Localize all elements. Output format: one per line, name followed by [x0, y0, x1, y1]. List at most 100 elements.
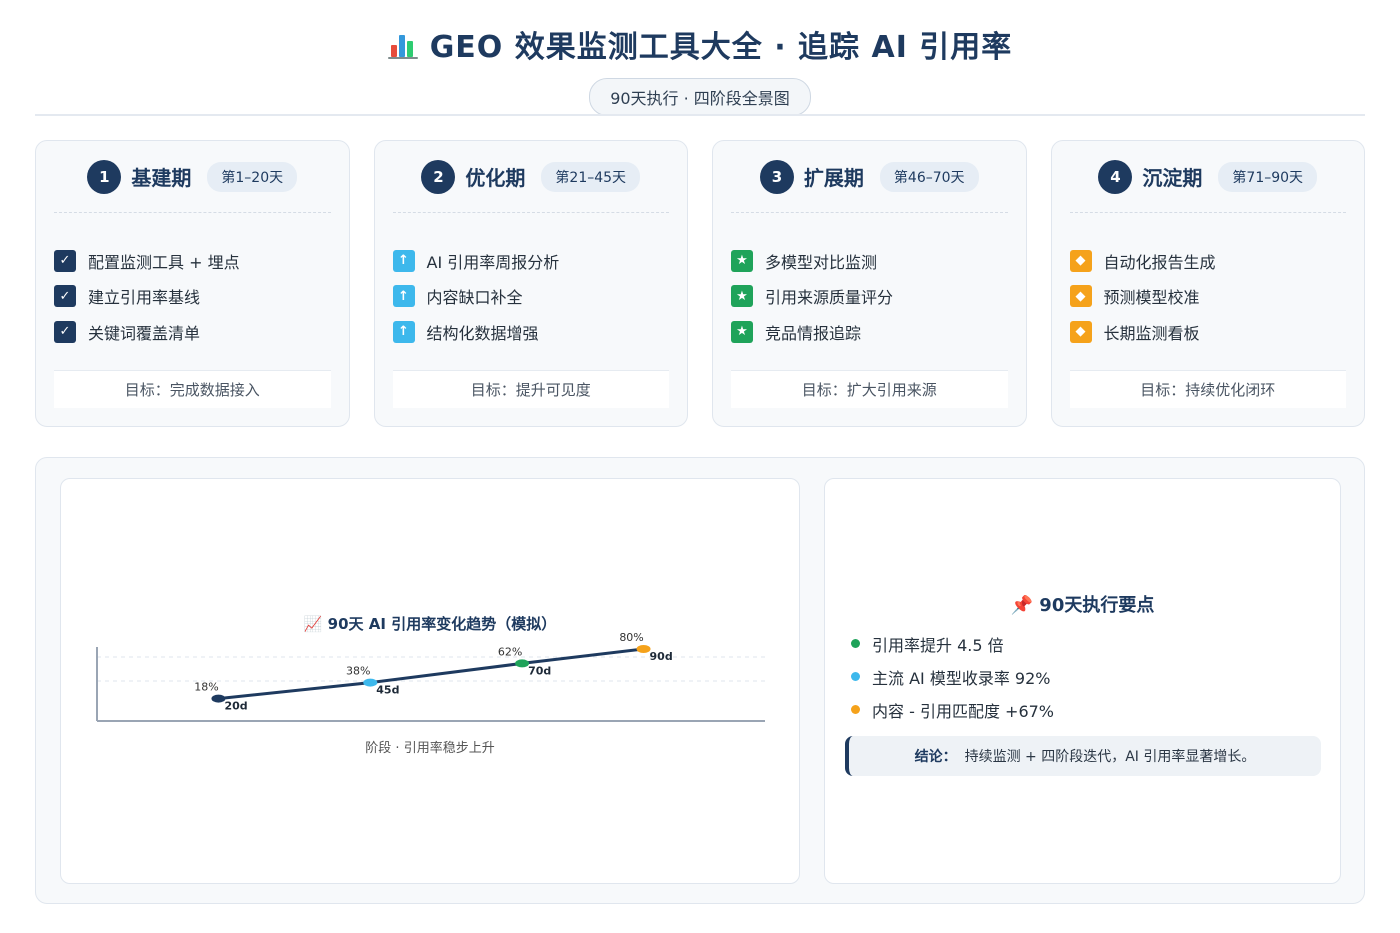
star-icon: ★ [731, 249, 753, 272]
phase-days-badge: 第71–90天 [1218, 161, 1318, 192]
task-label: 预测模型校准 [1103, 288, 1200, 308]
key-point-text: 主流 AI 模型收录率 92% [872, 668, 1051, 688]
diamond-icon: ◆ [1069, 249, 1092, 272]
star-icon: ★ [731, 285, 753, 308]
key-points-list: 引用率提升 4.5 倍 主流 AI 模型收录率 92% 内容 - 引用匹配度 +… [851, 627, 1054, 726]
diamond-icon: ◆ [1069, 320, 1092, 343]
key-points-title: 📌 90天执行要点 [1010, 595, 1155, 616]
phase-header: 3 扩展期 第46–70天 [731, 141, 1008, 213]
page-title: GEO 效果监测工具大全 · 追踪 AI 引用率 [0, 22, 1400, 66]
x-tick-label: 90d [650, 650, 673, 663]
list-item: ↑ 结构化数据增强 [392, 314, 670, 350]
check-icon: ✓ [54, 249, 76, 272]
phase-days-badge: 第21–45天 [541, 161, 641, 192]
bullet-dot-icon [851, 705, 860, 714]
list-item: ◆ 自动化报告生成 [1069, 243, 1347, 279]
data-label: 38% [346, 665, 370, 678]
phase-header: 4 沉淀期 第71–90天 [1069, 141, 1346, 213]
data-label: 80% [619, 631, 643, 644]
key-points-card: 📌 90天执行要点 引用率提升 4.5 倍 主流 AI 模型收录率 92% 内容… [824, 478, 1341, 884]
x-tick-label: 20d [224, 700, 247, 713]
list-item: ◆ 长期监测看板 [1069, 314, 1347, 350]
list-item: ✓ 关键词覆盖清单 [54, 314, 331, 350]
series-line [218, 647, 644, 701]
list-item: 主流 AI 模型收录率 92% [851, 660, 1054, 693]
list-item: 引用率提升 4.5 倍 [851, 627, 1054, 660]
list-item: 内容 - 引用匹配度 +67% [851, 693, 1054, 726]
list-item: ✓ 建立引用率基线 [54, 279, 331, 315]
task-label: 结构化数据增强 [426, 323, 539, 343]
phase-card-3: 3 扩展期 第46–70天 ★ 多模型对比监测 ★ 引用来源质量评分 ★ 竞品情报追踪… [712, 140, 1027, 427]
key-point-text: 引用率提升 4.5 倍 [872, 635, 1004, 655]
key-point-text: 内容 - 引用匹配度 +67% [872, 701, 1055, 721]
x-tick-label: 45d [376, 684, 399, 697]
phase-number-badge: 3 [759, 159, 794, 194]
data-point [363, 678, 378, 687]
data-point [211, 694, 226, 703]
phase-goal: 目标：提升可见度 [392, 370, 669, 408]
phase-task-list: ★ 多模型对比监测 ★ 引用来源质量评分 ★ 竞品情报追踪 [731, 213, 1008, 350]
conclusion-label: 结论： [914, 749, 957, 765]
trend-line-chart: 18% 20d 38% 45d 62% 70d 80% 90d [96, 631, 765, 722]
data-point [636, 645, 651, 653]
task-label: 多模型对比监测 [765, 252, 878, 272]
trend-chart-card: 📈 90天 AI 引用率变化趋势（模拟） 18% 20d 38% 45d 62% 70d 8… [60, 478, 800, 884]
phase-days-badge: 第1–20天 [207, 161, 298, 192]
phase-header: 1 基建期 第1–20天 [54, 141, 331, 213]
list-item: ◆ 预测模型校准 [1069, 279, 1347, 315]
phase-name: 优化期 [465, 166, 526, 190]
task-label: 长期监测看板 [1103, 323, 1200, 343]
star-icon: ★ [731, 320, 753, 343]
list-item: ↑ 内容缺口补全 [392, 279, 670, 315]
phase-goal: 目标：完成数据接入 [54, 370, 331, 408]
list-item: ★ 多模型对比监测 [731, 243, 1008, 279]
conclusion-text: 持续监测 + 四阶段迭代，AI 引用率显著增长。 [964, 749, 1256, 765]
phase-card-2: 2 优化期 第21–45天 ↑ AI 引用率周报分析 ↑ 内容缺口补全 ↑ 结构化数据… [373, 140, 688, 427]
phase-cards: 1 基建期 第1–20天 ✓ 配置监测工具 + 埋点 ✓ 建立引用率基线 ✓ 关键词覆… [35, 140, 1365, 427]
phase-task-list: ◆ 自动化报告生成 ◆ 预测模型校准 ◆ 长期监测看板 [1069, 213, 1347, 350]
list-item: ✓ 配置监测工具 + 埋点 [54, 243, 331, 279]
chart-caption: 阶段 · 引用率稳步上升 [365, 741, 495, 756]
phase-number-badge: 1 [87, 159, 122, 194]
phase-card-4: 4 沉淀期 第71–90天 ◆ 自动化报告生成 ◆ 预测模型校准 ◆ 长期监测看板 目… [1050, 140, 1365, 427]
phase-task-list: ✓ 配置监测工具 + 埋点 ✓ 建立引用率基线 ✓ 关键词覆盖清单 [54, 213, 331, 350]
phase-goal: 目标：扩大引用来源 [731, 370, 1008, 408]
phase-name: 沉淀期 [1142, 166, 1203, 190]
x-tick-label: 70d [528, 664, 551, 677]
list-item: ★ 竞品情报追踪 [731, 314, 1008, 350]
page-header: GEO 效果监测工具大全 · 追踪 AI 引用率 90天执行 · 四阶段全景图 [0, 22, 1400, 116]
task-label: 自动化报告生成 [1103, 252, 1216, 272]
task-label: 关键词覆盖清单 [88, 323, 201, 343]
phase-goal: 目标：持续优化闭环 [1069, 370, 1346, 408]
check-icon: ✓ [54, 285, 76, 308]
task-label: 建立引用率基线 [88, 288, 201, 308]
data-point [515, 659, 530, 668]
list-item: ★ 引用来源质量评分 [731, 279, 1008, 315]
arrow-up-icon: ↑ [392, 285, 415, 308]
phase-name: 基建期 [131, 166, 192, 190]
arrow-up-icon: ↑ [392, 320, 415, 343]
task-label: AI 引用率周报分析 [426, 252, 560, 272]
page-subtitle: 90天执行 · 四阶段全景图 [589, 78, 811, 116]
phase-card-1: 1 基建期 第1–20天 ✓ 配置监测工具 + 埋点 ✓ 建立引用率基线 ✓ 关键词覆… [35, 140, 350, 427]
list-item: ↑ AI 引用率周报分析 [392, 243, 670, 279]
phase-task-list: ↑ AI 引用率周报分析 ↑ 内容缺口补全 ↑ 结构化数据增强 [392, 213, 670, 350]
bullet-dot-icon [851, 639, 860, 648]
phase-days-badge: 第46–70天 [879, 161, 979, 192]
task-label: 竞品情报追踪 [765, 323, 862, 343]
diamond-icon: ◆ [1069, 285, 1092, 308]
phase-name: 扩展期 [803, 166, 864, 190]
task-label: 配置监测工具 + 埋点 [88, 252, 240, 272]
conclusion-box: 结论： 持续监测 + 四阶段迭代，AI 引用率显著增长。 [845, 736, 1321, 776]
arrow-up-icon: ↑ [392, 249, 415, 272]
bottom-panel: 📈 90天 AI 引用率变化趋势（模拟） 18% 20d 38% 45d 62% 70d 8… [35, 457, 1365, 904]
phase-number-badge: 2 [421, 159, 456, 194]
task-label: 引用来源质量评分 [765, 288, 894, 308]
task-label: 内容缺口补全 [426, 288, 523, 308]
phase-number-badge: 4 [1098, 159, 1133, 194]
check-icon: ✓ [54, 320, 76, 343]
phase-header: 2 优化期 第21–45天 [392, 141, 669, 213]
data-label: 62% [498, 645, 522, 658]
header-divider [35, 114, 1365, 116]
bar-chart-icon [387, 29, 420, 59]
